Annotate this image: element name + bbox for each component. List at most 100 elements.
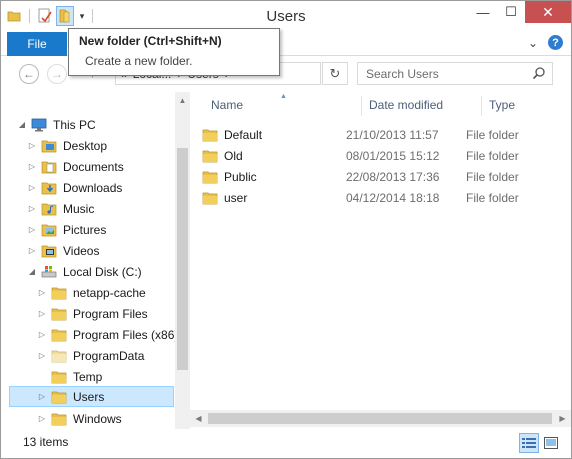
file-type: File folder	[466, 190, 519, 205]
maximize-button[interactable]: ☐	[497, 1, 525, 23]
tree-item-label: netapp-cache	[73, 285, 146, 300]
column-header-date-modified[interactable]: Date modified	[369, 92, 443, 118]
file-date: 04/12/2014 18:18	[346, 190, 440, 205]
folder-icon	[202, 149, 218, 163]
column-header-type[interactable]: Type	[489, 92, 515, 118]
file-type: File folder	[466, 169, 519, 184]
expand-arrow-icon[interactable]: ▷	[27, 162, 37, 171]
drive-icon	[41, 265, 57, 279]
downloads-folder-icon	[41, 181, 57, 195]
tree-item-pictures[interactable]: ▷ Pictures	[27, 219, 106, 240]
music-folder-icon	[41, 202, 57, 216]
file-row[interactable]: Default 21/10/2013 11:57 File folder	[202, 124, 567, 145]
desktop-folder-icon	[41, 139, 57, 153]
tree-item-desktop[interactable]: ▷ Desktop	[27, 135, 107, 156]
search-input[interactable]: Search Users	[357, 62, 553, 85]
computer-icon	[31, 118, 47, 132]
scroll-up-icon[interactable]: ▲	[175, 94, 190, 108]
file-name: user	[224, 190, 248, 205]
pictures-folder-icon	[41, 223, 57, 237]
file-name-cell: Old	[202, 149, 346, 163]
navigation-pane: ◢ This PC ▷ Desktop ▷ Documents ▷ Downlo…	[1, 92, 190, 429]
expand-arrow-icon[interactable]: ▷	[27, 246, 37, 255]
details-view-button[interactable]	[519, 433, 539, 453]
close-button[interactable]: ✕	[525, 1, 571, 23]
large-icons-view-icon	[544, 437, 558, 449]
tree-item-this-pc[interactable]: ◢ This PC	[17, 114, 96, 135]
folder-icon	[51, 328, 67, 342]
documents-folder-icon	[41, 160, 57, 174]
file-tab[interactable]: File	[7, 32, 67, 56]
tree-item-local-disk[interactable]: ◢ Local Disk (C:)	[27, 261, 142, 282]
tree-item-label: Temp	[73, 369, 103, 384]
file-row[interactable]: user 04/12/2014 18:18 File folder	[202, 187, 567, 208]
column-divider[interactable]	[361, 96, 362, 116]
horizontal-scrollbar[interactable]: ◀ ▶	[190, 410, 571, 427]
file-row[interactable]: Old 08/01/2015 15:12 File folder	[202, 145, 567, 166]
tree-item-label: Windows	[73, 411, 122, 426]
tree-item-temp[interactable]: Temp	[37, 366, 102, 387]
column-divider[interactable]	[481, 96, 482, 116]
file-row[interactable]: Public 22/08/2013 17:36 File folder	[202, 166, 567, 187]
nav-pane-scrollbar[interactable]: ▲	[175, 92, 190, 429]
scrollbar-thumb[interactable]	[177, 148, 188, 370]
tree-item-downloads[interactable]: ▷ Downloads	[27, 177, 122, 198]
file-name-cell: Public	[202, 170, 346, 184]
minimize-button[interactable]: —	[469, 1, 497, 23]
expand-arrow-icon[interactable]: ▷	[27, 204, 37, 213]
expand-arrow-icon[interactable]: ▷	[37, 351, 47, 360]
forward-button[interactable]: →	[47, 64, 67, 84]
item-count: 13 items	[23, 435, 69, 449]
help-icon[interactable]: ?	[548, 35, 563, 50]
expand-arrow-icon[interactable]: ▷	[27, 183, 37, 192]
expand-arrow-icon[interactable]: ▷	[37, 288, 47, 297]
tree-item-program-files[interactable]: ▷ Program Files	[37, 303, 148, 324]
tree-item-videos[interactable]: ▷ Videos	[27, 240, 100, 261]
arrow-left-icon: ←	[23, 67, 35, 81]
scroll-left-icon[interactable]: ◀	[190, 410, 207, 427]
file-type: File folder	[466, 148, 519, 163]
scroll-right-icon[interactable]: ▶	[554, 410, 571, 427]
status-bar: 13 items	[1, 429, 571, 458]
refresh-icon: ↻	[329, 65, 341, 81]
details-view-icon	[522, 438, 536, 448]
explorer-window: ▾ Users — ☐ ✕ File ⌄ ? ← → ▼ ↑ « Local..…	[0, 0, 572, 459]
scrollbar-thumb[interactable]	[208, 413, 552, 424]
refresh-button[interactable]: ↻	[322, 62, 348, 85]
expand-ribbon-icon[interactable]: ⌄	[528, 36, 538, 50]
expand-arrow-icon[interactable]: ▷	[27, 141, 37, 150]
ribbon-right-controls: ⌄ ?	[528, 35, 563, 50]
tree-item-programdata[interactable]: ▷ ProgramData	[37, 345, 144, 366]
expand-arrow-icon[interactable]: ▷	[27, 225, 37, 234]
expand-arrow-icon[interactable]: ▷	[37, 392, 47, 401]
tree-item-music[interactable]: ▷ Music	[27, 198, 94, 219]
collapse-arrow-icon[interactable]: ◢	[17, 120, 27, 129]
folder-icon	[51, 390, 67, 404]
tree-item-program-files-x86[interactable]: ▷ Program Files (x86)	[37, 324, 178, 345]
tree-item-label: Videos	[63, 243, 100, 258]
tree-item-windows[interactable]: ▷ Windows	[37, 408, 122, 429]
tooltip-title: New folder (Ctrl+Shift+N)	[79, 34, 222, 48]
expand-arrow-icon[interactable]: ▷	[37, 414, 47, 423]
large-icons-view-button[interactable]	[541, 433, 561, 453]
tree-item-label: Documents	[63, 159, 124, 174]
tree-item-label: This PC	[53, 117, 96, 132]
file-type: File folder	[466, 127, 519, 142]
file-list-pane: ▲ Name Date modified Type Default 21/10/…	[190, 92, 571, 429]
file-name: Old	[224, 148, 243, 163]
expand-arrow-icon[interactable]: ▷	[37, 330, 47, 339]
column-header-name[interactable]: Name	[211, 92, 243, 118]
tree-item-label: Downloads	[63, 180, 123, 195]
collapse-arrow-icon[interactable]: ◢	[27, 267, 37, 276]
tree-item-users[interactable]: ▷ Users	[9, 386, 174, 407]
file-name: Public	[224, 169, 257, 184]
tree-item-documents[interactable]: ▷ Documents	[27, 156, 124, 177]
file-date: 22/08/2013 17:36	[346, 169, 440, 184]
search-placeholder: Search Users	[366, 66, 439, 81]
folder-icon	[51, 412, 67, 426]
new-folder-tooltip: New folder (Ctrl+Shift+N) Create a new f…	[68, 28, 280, 76]
back-button[interactable]: ←	[19, 64, 39, 84]
expand-arrow-icon[interactable]: ▷	[37, 309, 47, 318]
folder-icon	[202, 170, 218, 184]
tree-item-netapp-cache[interactable]: ▷ netapp-cache	[37, 282, 146, 303]
